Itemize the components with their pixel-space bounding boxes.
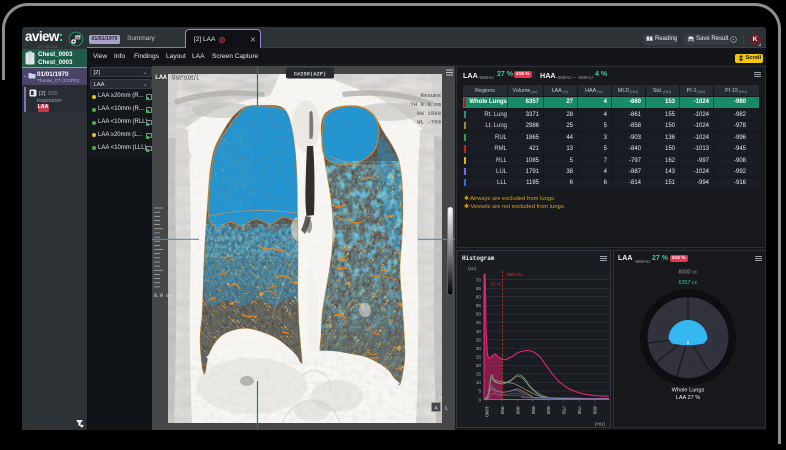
svg-text:45: 45 [476,320,482,325]
svg-text:27 %: 27 % [491,282,501,287]
svg-text:WL -700: WL -700 [417,119,441,126]
svg-text:(cc): (cc) [468,266,476,272]
svg-text:40: 40 [476,329,482,334]
svg-text:C#258(A2P): C#258(A2P) [294,72,326,78]
svg-text:-700: -700 [577,405,582,415]
svg-text:LAA Coronal: LAA Coronal [155,74,199,81]
svg-text:Resume: Resume [421,92,442,99]
svg-text:5: 5 [478,389,481,394]
svg-text:(HU): (HU) [595,422,606,428]
svg-text:6357 cc: 6357 cc [679,280,698,286]
svg-text:70: 70 [476,277,482,282]
svg-text:-900: -900 [515,405,520,415]
svg-text:8.0 cm: 8.0 cm [154,293,172,299]
svg-text:60: 60 [476,295,482,300]
svg-text:-800: -800 [546,405,551,415]
svg-text:15: 15 [476,372,482,377]
svg-text:-1000: -1000 [485,405,490,417]
svg-text:-950: -950 [500,405,505,415]
svg-text:65: 65 [476,286,482,291]
svg-text:30: 30 [476,346,482,351]
svg-text:35: 35 [476,337,482,342]
svg-text:55: 55 [476,303,482,308]
svg-text:-850: -850 [531,405,536,415]
svg-text:50: 50 [476,312,482,317]
svg-text:TH 0.9 mm: TH 0.9 mm [410,101,441,108]
svg-text:10: 10 [476,380,482,385]
svg-text:20: 20 [476,363,482,368]
svg-text:8000 cc: 8000 cc [679,270,698,276]
svg-text:H: H [439,394,442,401]
svg-text:-950 HU: -950 HU [506,272,523,277]
svg-text:L: L [445,405,448,412]
svg-text:-750: -750 [562,405,567,415]
svg-text:25: 25 [476,355,482,360]
svg-text:LAA 27 %: LAA 27 % [676,395,701,401]
svg-text:WW 1500: WW 1500 [417,110,441,117]
svg-text:Whole Lungs: Whole Lungs [672,388,705,394]
svg-text:0: 0 [478,397,481,402]
svg-text:-650: -650 [593,405,598,415]
